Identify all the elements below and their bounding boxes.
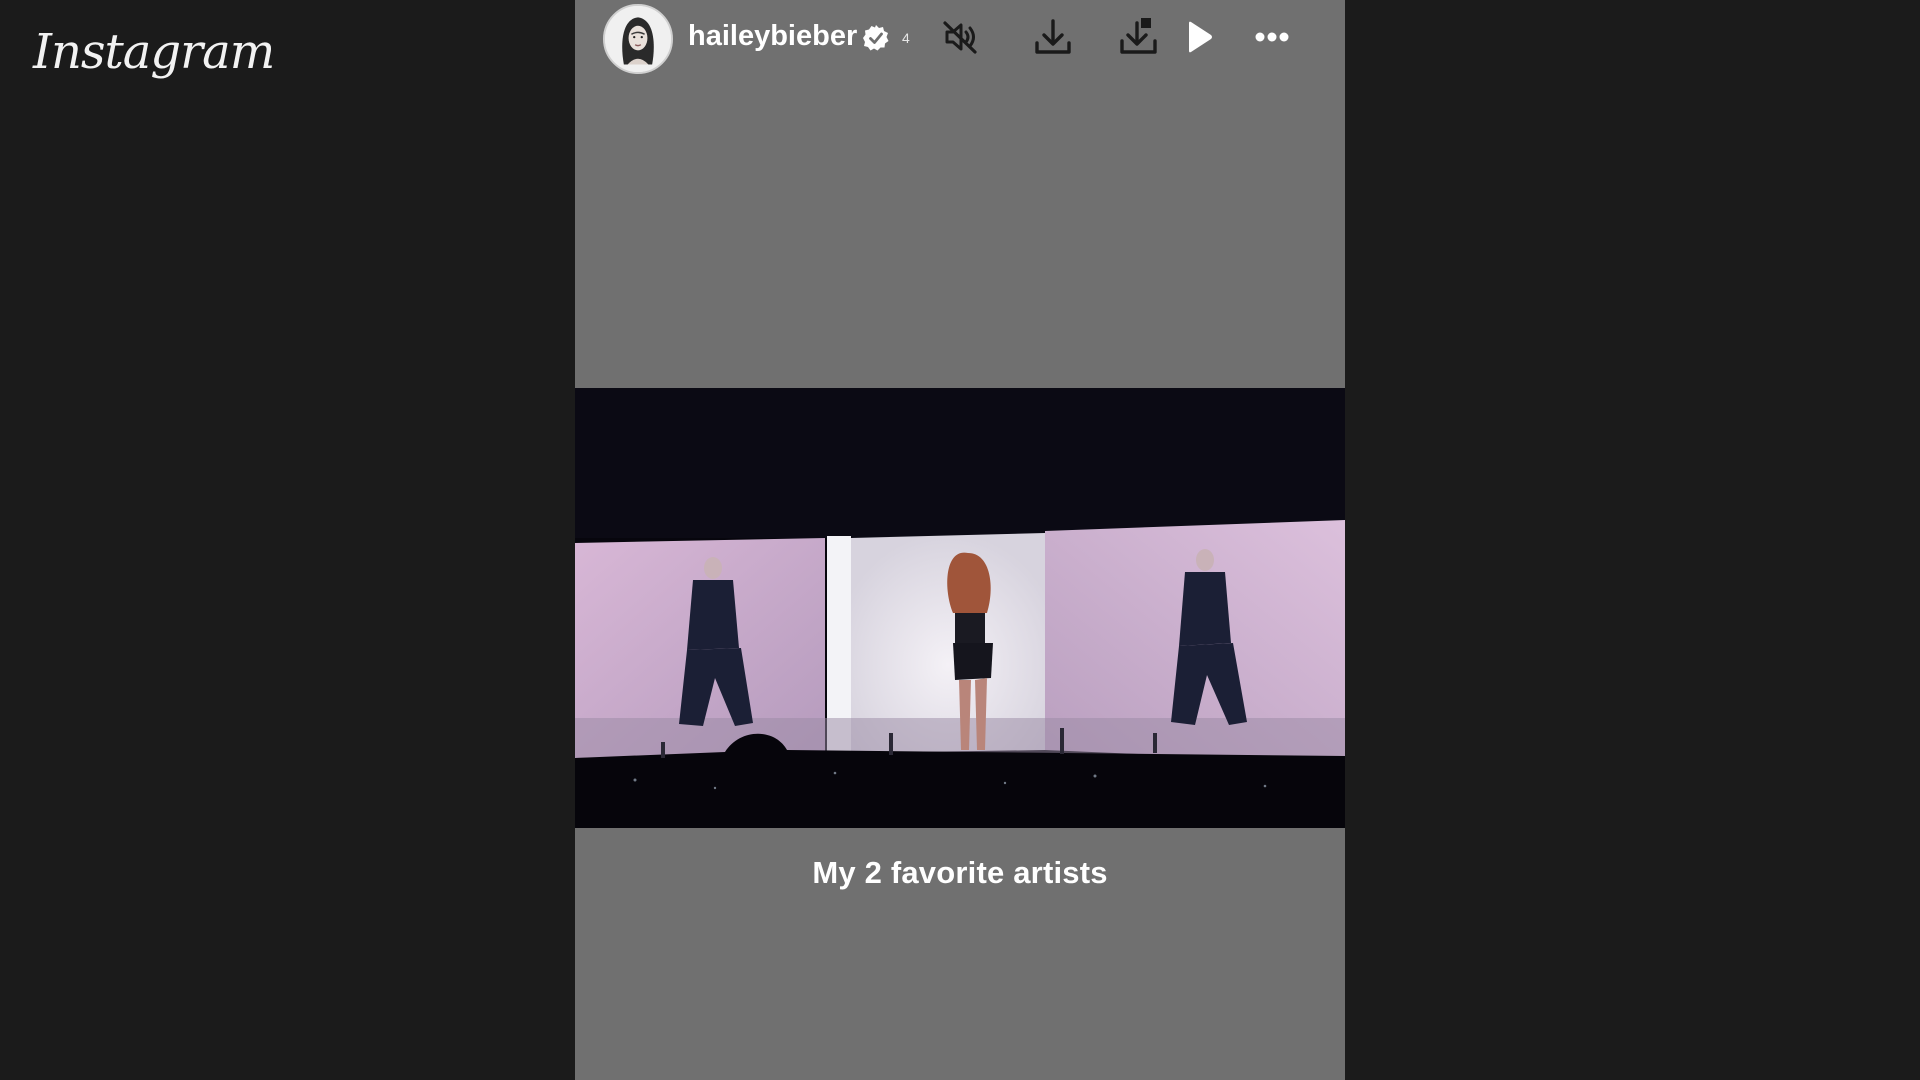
download-icon[interactable] bbox=[1031, 15, 1075, 59]
mute-icon[interactable] bbox=[939, 15, 983, 59]
download-alt-icon[interactable] bbox=[1117, 15, 1161, 59]
instagram-logo[interactable]: Instagram bbox=[33, 24, 275, 80]
story-time-marker: 4 bbox=[902, 30, 910, 46]
concert-stage-scene bbox=[575, 388, 1345, 828]
more-options-icon[interactable] bbox=[1250, 15, 1294, 59]
story-username[interactable]: haileybieber bbox=[688, 20, 857, 53]
story-caption: My 2 favorite artists bbox=[812, 855, 1108, 890]
avatar[interactable] bbox=[603, 4, 673, 74]
instagram-story-viewer: Instagram haileybieber 4 My 2 favorite a… bbox=[0, 0, 1920, 1080]
play-icon[interactable] bbox=[1177, 15, 1221, 59]
story-panel[interactable]: haileybieber 4 My 2 favorite artists bbox=[575, 0, 1345, 1080]
story-video[interactable] bbox=[575, 388, 1345, 828]
verified-badge-icon bbox=[862, 24, 890, 52]
